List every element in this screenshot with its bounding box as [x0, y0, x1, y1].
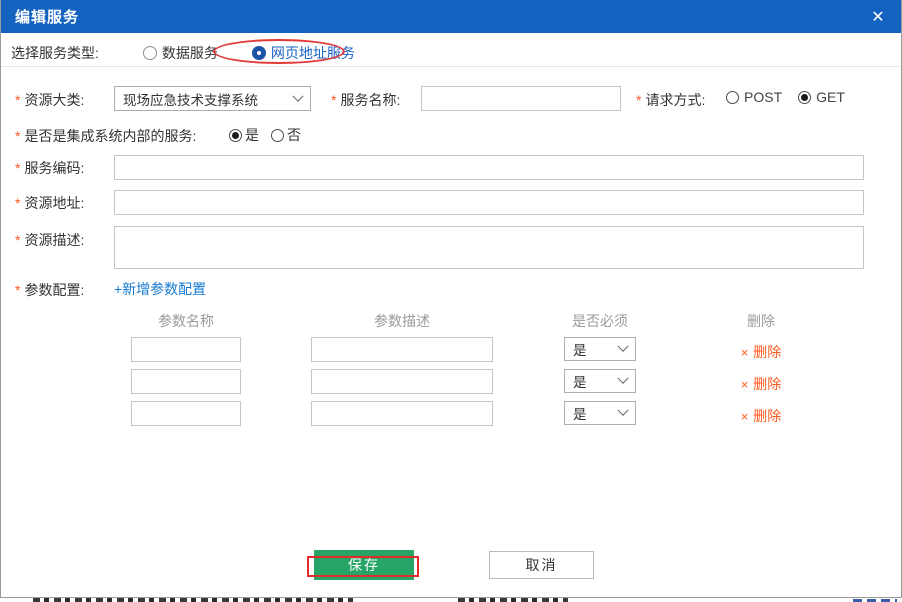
- resource-category-select[interactable]: 现场应急技术支撑系统: [114, 86, 311, 111]
- resource-description-textarea[interactable]: [114, 226, 864, 269]
- param-name-header: 参数名称: [131, 311, 241, 331]
- chevron-down-icon: [617, 405, 628, 416]
- service-name-input[interactable]: [421, 86, 621, 111]
- radio-no-label: 否: [287, 125, 301, 145]
- clipped-text-fragment: [458, 598, 568, 602]
- edit-service-dialog: 编辑服务 ✕ 选择服务类型: 数据服务 网页地址服务 * 资源大类: 现场应急技…: [0, 0, 902, 598]
- separator-line: [1, 66, 901, 67]
- param-required-header: 是否必须: [554, 311, 646, 331]
- resource-category-label: * 资源大类:: [15, 87, 84, 112]
- radio-yes-label: 是: [245, 125, 259, 145]
- radio-post[interactable]: POST: [726, 89, 782, 105]
- radio-get[interactable]: GET: [798, 89, 845, 105]
- required-marker: *: [15, 92, 20, 108]
- internal-service-label: * 是否是集成系统内部的服务:: [15, 123, 196, 148]
- param-required-value: 是: [573, 403, 587, 423]
- radio-post-label: POST: [744, 89, 782, 105]
- delete-row-link[interactable]: ×删除: [706, 342, 816, 362]
- radio-webpage-service[interactable]: 网页地址服务: [252, 43, 355, 63]
- radio-data-service[interactable]: 数据服务: [143, 43, 218, 63]
- resource-address-input[interactable]: [114, 190, 864, 215]
- required-marker: *: [15, 128, 20, 144]
- param-required-value: 是: [573, 339, 587, 359]
- radio-get-label: GET: [816, 89, 845, 105]
- chevron-down-icon: [617, 341, 628, 352]
- delete-x-icon: ×: [741, 345, 749, 360]
- radio-data-service-label: 数据服务: [162, 43, 218, 63]
- required-marker: *: [15, 282, 20, 298]
- chevron-down-icon: [292, 90, 303, 101]
- radio-no[interactable]: 否: [271, 125, 301, 145]
- param-name-input[interactable]: [131, 337, 241, 362]
- required-marker: *: [331, 92, 336, 108]
- required-marker: *: [636, 92, 641, 108]
- radio-yes[interactable]: 是: [229, 125, 259, 145]
- radio-unchecked-icon: [143, 46, 157, 60]
- service-type-label: 选择服务类型:: [11, 43, 99, 63]
- dialog-title: 编辑服务: [15, 6, 79, 27]
- param-description-input[interactable]: [311, 369, 493, 394]
- save-button[interactable]: 保存: [314, 550, 414, 580]
- param-required-select[interactable]: 是: [564, 369, 636, 393]
- service-code-label: * 服务编码:: [15, 155, 84, 180]
- screen: 编辑服务 ✕ 选择服务类型: 数据服务 网页地址服务 * 资源大类: 现场应急技…: [0, 0, 902, 602]
- radio-checked-icon: [229, 129, 242, 142]
- radio-checked-icon: [798, 91, 811, 104]
- param-delete-header: 删除: [706, 311, 816, 331]
- delete-x-icon: ×: [741, 409, 749, 424]
- service-code-input[interactable]: [114, 155, 864, 180]
- param-required-value: 是: [573, 371, 587, 391]
- param-description-header: 参数描述: [311, 311, 493, 331]
- required-marker: *: [15, 232, 20, 248]
- clipped-background-text: [0, 598, 902, 602]
- param-name-input[interactable]: [131, 401, 241, 426]
- param-description-input[interactable]: [311, 401, 493, 426]
- radio-webpage-service-label: 网页地址服务: [271, 43, 355, 63]
- param-name-input[interactable]: [131, 369, 241, 394]
- clipped-text-fragment: [33, 598, 353, 602]
- service-type-row: 选择服务类型: 数据服务 网页地址服务: [11, 42, 371, 64]
- chevron-down-icon: [617, 373, 628, 384]
- param-description-input[interactable]: [311, 337, 493, 362]
- param-required-select[interactable]: 是: [564, 401, 636, 425]
- cancel-button[interactable]: 取消: [489, 551, 594, 579]
- required-marker: *: [15, 195, 20, 211]
- resource-description-label: * 资源描述:: [15, 227, 84, 252]
- delete-row-link[interactable]: ×删除: [706, 406, 816, 426]
- dialog-titlebar: 编辑服务 ✕: [1, 0, 901, 33]
- add-param-config-link[interactable]: +新增参数配置: [114, 279, 206, 299]
- close-icon[interactable]: ✕: [863, 0, 893, 33]
- delete-row-link[interactable]: ×删除: [706, 374, 816, 394]
- delete-x-icon: ×: [741, 377, 749, 392]
- radio-checked-icon: [252, 46, 266, 60]
- request-method-group: POST GET: [726, 89, 845, 105]
- param-required-select[interactable]: 是: [564, 337, 636, 361]
- resource-category-value: 现场应急技术支撑系统: [123, 89, 258, 109]
- required-marker: *: [15, 160, 20, 176]
- radio-unchecked-icon: [271, 129, 284, 142]
- request-method-label: * 请求方式:: [636, 87, 705, 112]
- resource-address-label: * 资源地址:: [15, 190, 84, 215]
- param-config-label: * 参数配置:: [15, 277, 84, 302]
- radio-unchecked-icon: [726, 91, 739, 104]
- internal-service-group: 是 否: [229, 125, 301, 145]
- service-name-label: * 服务名称:: [331, 87, 400, 112]
